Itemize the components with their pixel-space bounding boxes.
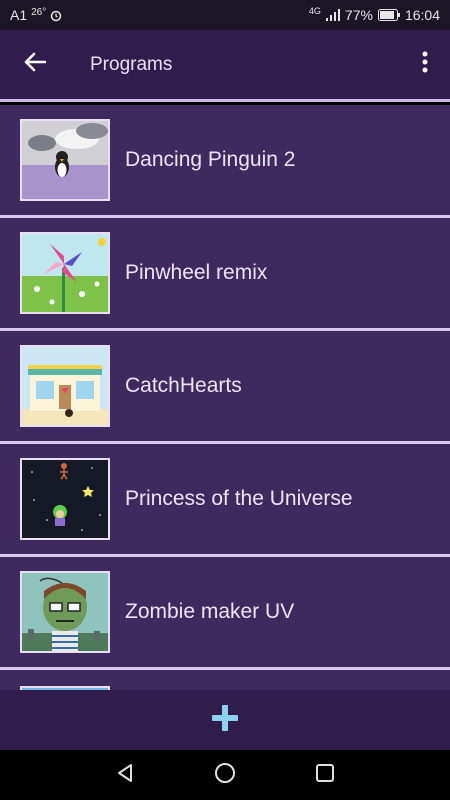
arrow-left-icon	[24, 52, 47, 77]
alarm-icon	[50, 9, 62, 22]
system-navigation-bar	[0, 750, 450, 800]
clock: 16:04	[404, 7, 440, 23]
carrier-label: A1	[10, 7, 28, 23]
battery-icon	[377, 9, 400, 21]
program-name: Dancing Pinguin 2	[125, 148, 296, 171]
penguin-thumbnail	[20, 119, 110, 201]
temperature-label: 26°	[31, 6, 47, 18]
plus-icon	[212, 704, 238, 736]
back-button[interactable]	[0, 29, 70, 101]
battery-percent: 77%	[344, 7, 373, 23]
nav-home-button[interactable]	[200, 750, 250, 800]
program-item[interactable]: Zombie maker UV	[0, 557, 450, 667]
program-item[interactable]: Pinwheel remix	[0, 218, 450, 328]
recents-square-icon	[316, 763, 334, 787]
nav-recents-button[interactable]	[300, 750, 350, 800]
back-triangle-icon	[115, 763, 135, 788]
program-list[interactable]: Dancing Pinguin 2 Pinwheel remix CatchHe…	[0, 105, 450, 690]
zombie-thumbnail	[20, 571, 110, 653]
shop-thumbnail	[20, 345, 110, 427]
add-program-button[interactable]	[195, 690, 255, 750]
program-name: Pinwheel remix	[125, 261, 268, 284]
signal-icon	[325, 9, 340, 21]
space-thumbnail	[20, 458, 110, 540]
program-name: CatchHearts	[125, 374, 242, 397]
nav-back-button[interactable]	[100, 750, 150, 800]
program-name: Zombie maker UV	[125, 600, 295, 623]
app-bar: Programs	[0, 30, 450, 102]
status-bar: A1 26° 4G 77% 16:04	[0, 0, 450, 30]
network-label: 4G	[308, 6, 321, 16]
overflow-menu-button[interactable]	[400, 29, 450, 101]
more-vertical-icon	[422, 51, 428, 78]
program-item[interactable]: Dancing Pinguin 2	[0, 105, 450, 215]
program-item-partial[interactable]	[0, 670, 450, 690]
program-item[interactable]: Princess of the Universe	[0, 444, 450, 554]
program-item[interactable]: CatchHearts	[0, 331, 450, 441]
bottom-action-bar	[0, 690, 450, 750]
page-title: Programs	[90, 53, 173, 75]
pinwheel-thumbnail	[20, 232, 110, 314]
home-circle-icon	[214, 762, 236, 789]
program-name: Princess of the Universe	[125, 487, 353, 510]
